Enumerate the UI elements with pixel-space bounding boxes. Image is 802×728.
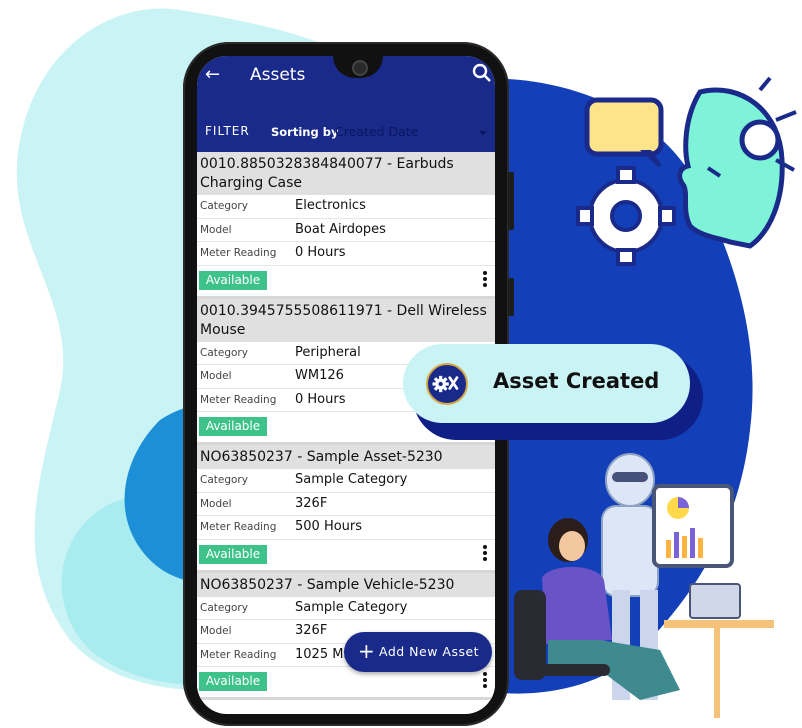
field-label: Model bbox=[200, 370, 232, 382]
filter-button[interactable]: FILTER bbox=[205, 124, 250, 138]
more-options-icon[interactable] bbox=[482, 544, 488, 565]
speech-bubble-icon bbox=[584, 97, 664, 168]
category-row: Category Electronics bbox=[197, 195, 495, 219]
field-value: Boat Airdopes bbox=[295, 221, 386, 237]
asset-title: 0010.8850328384840077 - Earbuds Charging… bbox=[197, 152, 495, 195]
robot-head-icon bbox=[677, 76, 797, 249]
add-new-asset-button[interactable]: + Add New Asset bbox=[344, 632, 492, 672]
add-new-asset-label: Add New Asset bbox=[379, 644, 480, 659]
volume-button bbox=[508, 172, 514, 230]
meter-row: Meter Reading 0 Hours bbox=[197, 242, 495, 266]
arrow-left-icon[interactable]: ← bbox=[205, 64, 220, 85]
field-value: Electronics bbox=[295, 198, 366, 213]
power-button bbox=[508, 278, 514, 316]
field-value: 500 Hours bbox=[295, 519, 363, 534]
field-label: Model bbox=[200, 223, 232, 236]
model-row: Model 326F bbox=[197, 493, 495, 516]
field-label: Meter Reading bbox=[200, 648, 277, 661]
category-row: Category Sample Category bbox=[197, 469, 495, 493]
field-label: Meter Reading bbox=[200, 393, 277, 406]
card-footer: Available bbox=[197, 540, 495, 570]
tablet-chart-icon bbox=[652, 484, 734, 568]
side-table bbox=[664, 583, 774, 718]
category-row: Category Sample Category bbox=[197, 597, 495, 620]
asset-card[interactable]: 0010.8850328384840077 - Earbuds Charging… bbox=[197, 152, 495, 299]
field-value: 0 Hours bbox=[295, 245, 346, 260]
asset-card[interactable]: NO63850237 - Sample Asset-5230 Category S… bbox=[197, 445, 495, 573]
model-row: Model Boat Airdopes bbox=[197, 219, 495, 242]
sorting-label: Sorting by bbox=[271, 125, 339, 139]
card-footer: Available bbox=[197, 266, 495, 296]
field-label: Model bbox=[200, 625, 232, 637]
field-label: Model bbox=[200, 497, 232, 510]
filter-bar: FILTER Sorting by Created Date bbox=[197, 98, 495, 152]
asset-title: NO63850237 - Sample Vehicle-5230 bbox=[197, 572, 495, 597]
asset-title: NO63850237 - Sample Asset-5230 bbox=[197, 445, 495, 469]
field-value: 326F bbox=[295, 623, 328, 638]
status-badge: Available bbox=[199, 672, 267, 691]
field-label: Meter Reading bbox=[200, 247, 277, 259]
search-icon[interactable] bbox=[471, 62, 493, 84]
field-value: Peripheral bbox=[295, 344, 361, 360]
asset-title: 0010.3945755508611971 - Dell Wireless Mo… bbox=[197, 298, 495, 342]
status-badge: Available bbox=[199, 270, 267, 290]
status-badge: Available bbox=[199, 417, 267, 436]
field-value: Sample Category bbox=[295, 472, 408, 487]
field-value: 1025 Mil bbox=[295, 646, 351, 662]
field-value: 0 Hours bbox=[295, 391, 346, 407]
meter-row: Meter Reading 500 Hours bbox=[197, 516, 495, 540]
camera-icon bbox=[352, 60, 368, 76]
status-badge: Available bbox=[199, 544, 267, 564]
plus-icon: + bbox=[358, 639, 375, 663]
more-options-icon[interactable] bbox=[482, 672, 488, 692]
more-options-icon[interactable] bbox=[482, 270, 488, 291]
toast-message: Asset Created bbox=[493, 369, 660, 393]
field-label: Category bbox=[200, 346, 248, 359]
field-label: Meter Reading bbox=[200, 521, 277, 533]
field-value: WM126 bbox=[295, 368, 344, 383]
page-title: Assets bbox=[250, 65, 306, 85]
field-label: Category bbox=[200, 601, 248, 614]
asset-created-toast: Asset Created bbox=[403, 344, 690, 423]
sorting-select[interactable]: Created Date bbox=[335, 124, 418, 139]
gear-wrench-icon bbox=[426, 363, 468, 405]
field-label: Category bbox=[200, 474, 248, 486]
field-value: 326F bbox=[295, 495, 328, 511]
field-label: Category bbox=[200, 200, 248, 212]
chevron-down-icon[interactable] bbox=[479, 131, 487, 135]
field-value: Sample Category bbox=[295, 599, 408, 615]
